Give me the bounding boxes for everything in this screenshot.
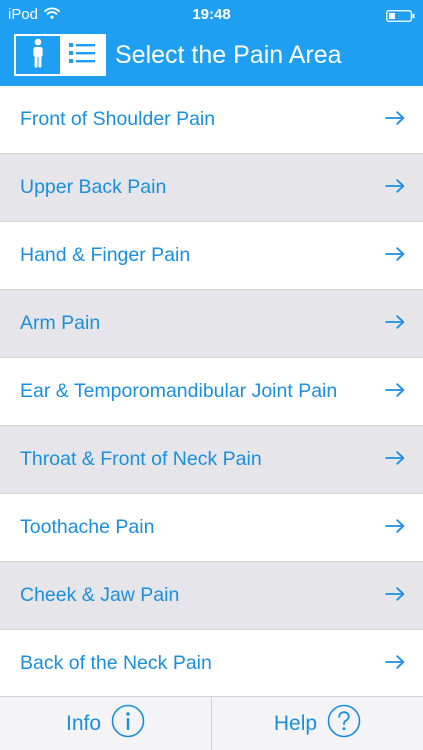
- info-circle-icon: [111, 704, 145, 744]
- list-item-label: Arm Pain: [20, 312, 101, 334]
- body-view-toggle-button[interactable]: [16, 36, 60, 74]
- arrow-right-icon: [385, 176, 405, 199]
- list-icon: [69, 42, 95, 69]
- arrow-right-icon: [385, 312, 405, 335]
- page-title: Select the Pain Area: [115, 41, 342, 69]
- body-figure-icon: [31, 38, 45, 73]
- status-bar: iPod 19:48: [0, 0, 423, 30]
- list-item[interactable]: Cheek & Jaw Pain: [0, 562, 423, 630]
- list-item-label: Upper Back Pain: [20, 176, 167, 198]
- view-toggle: [14, 34, 106, 76]
- arrow-right-icon: [385, 244, 405, 267]
- list-item-label: Throat & Front of Neck Pain: [20, 448, 262, 470]
- arrow-right-icon: [385, 584, 405, 607]
- info-label: Info: [65, 711, 102, 735]
- arrow-right-icon: [385, 652, 405, 675]
- help-label: Help: [273, 711, 318, 735]
- arrow-right-icon: [385, 448, 405, 471]
- list-item-label: Toothache Pain: [20, 516, 155, 538]
- list-item[interactable]: Toothache Pain: [0, 494, 423, 562]
- question-circle-icon: [327, 704, 361, 744]
- info-button[interactable]: Info: [0, 697, 211, 750]
- status-time: 19:48: [192, 6, 231, 23]
- battery-icon: [386, 9, 415, 22]
- list-item[interactable]: Throat & Front of Neck Pain: [0, 426, 423, 494]
- list-item-label: Front of Shoulder Pain: [20, 108, 216, 130]
- list-item[interactable]: Ear & Temporomandibular Joint Pain: [0, 358, 423, 426]
- bottom-toolbar: Info Help: [0, 696, 423, 750]
- list-item[interactable]: Back of the Neck Pain: [0, 630, 423, 698]
- arrow-right-icon: [385, 108, 405, 131]
- list-item[interactable]: Hand & Finger Pain: [0, 222, 423, 290]
- list-item-label: Ear & Temporomandibular Joint Pain: [20, 380, 338, 402]
- list-item-label: Back of the Neck Pain: [20, 652, 212, 674]
- arrow-right-icon: [385, 516, 405, 539]
- list-item-label: Hand & Finger Pain: [20, 244, 191, 266]
- arrow-right-icon: [385, 380, 405, 403]
- list-item-label: Cheek & Jaw Pain: [20, 584, 180, 606]
- help-button[interactable]: Help: [212, 697, 423, 750]
- list-item[interactable]: Upper Back Pain: [0, 154, 423, 222]
- list-item[interactable]: Front of Shoulder Pain: [0, 86, 423, 154]
- list-view-toggle-button[interactable]: [60, 36, 104, 74]
- pain-area-list: Front of Shoulder Pain Upper Back Pain H…: [0, 86, 423, 698]
- header-bar: iPod 19:48 Select the Pain Area: [0, 0, 423, 86]
- list-item[interactable]: Arm Pain: [0, 290, 423, 358]
